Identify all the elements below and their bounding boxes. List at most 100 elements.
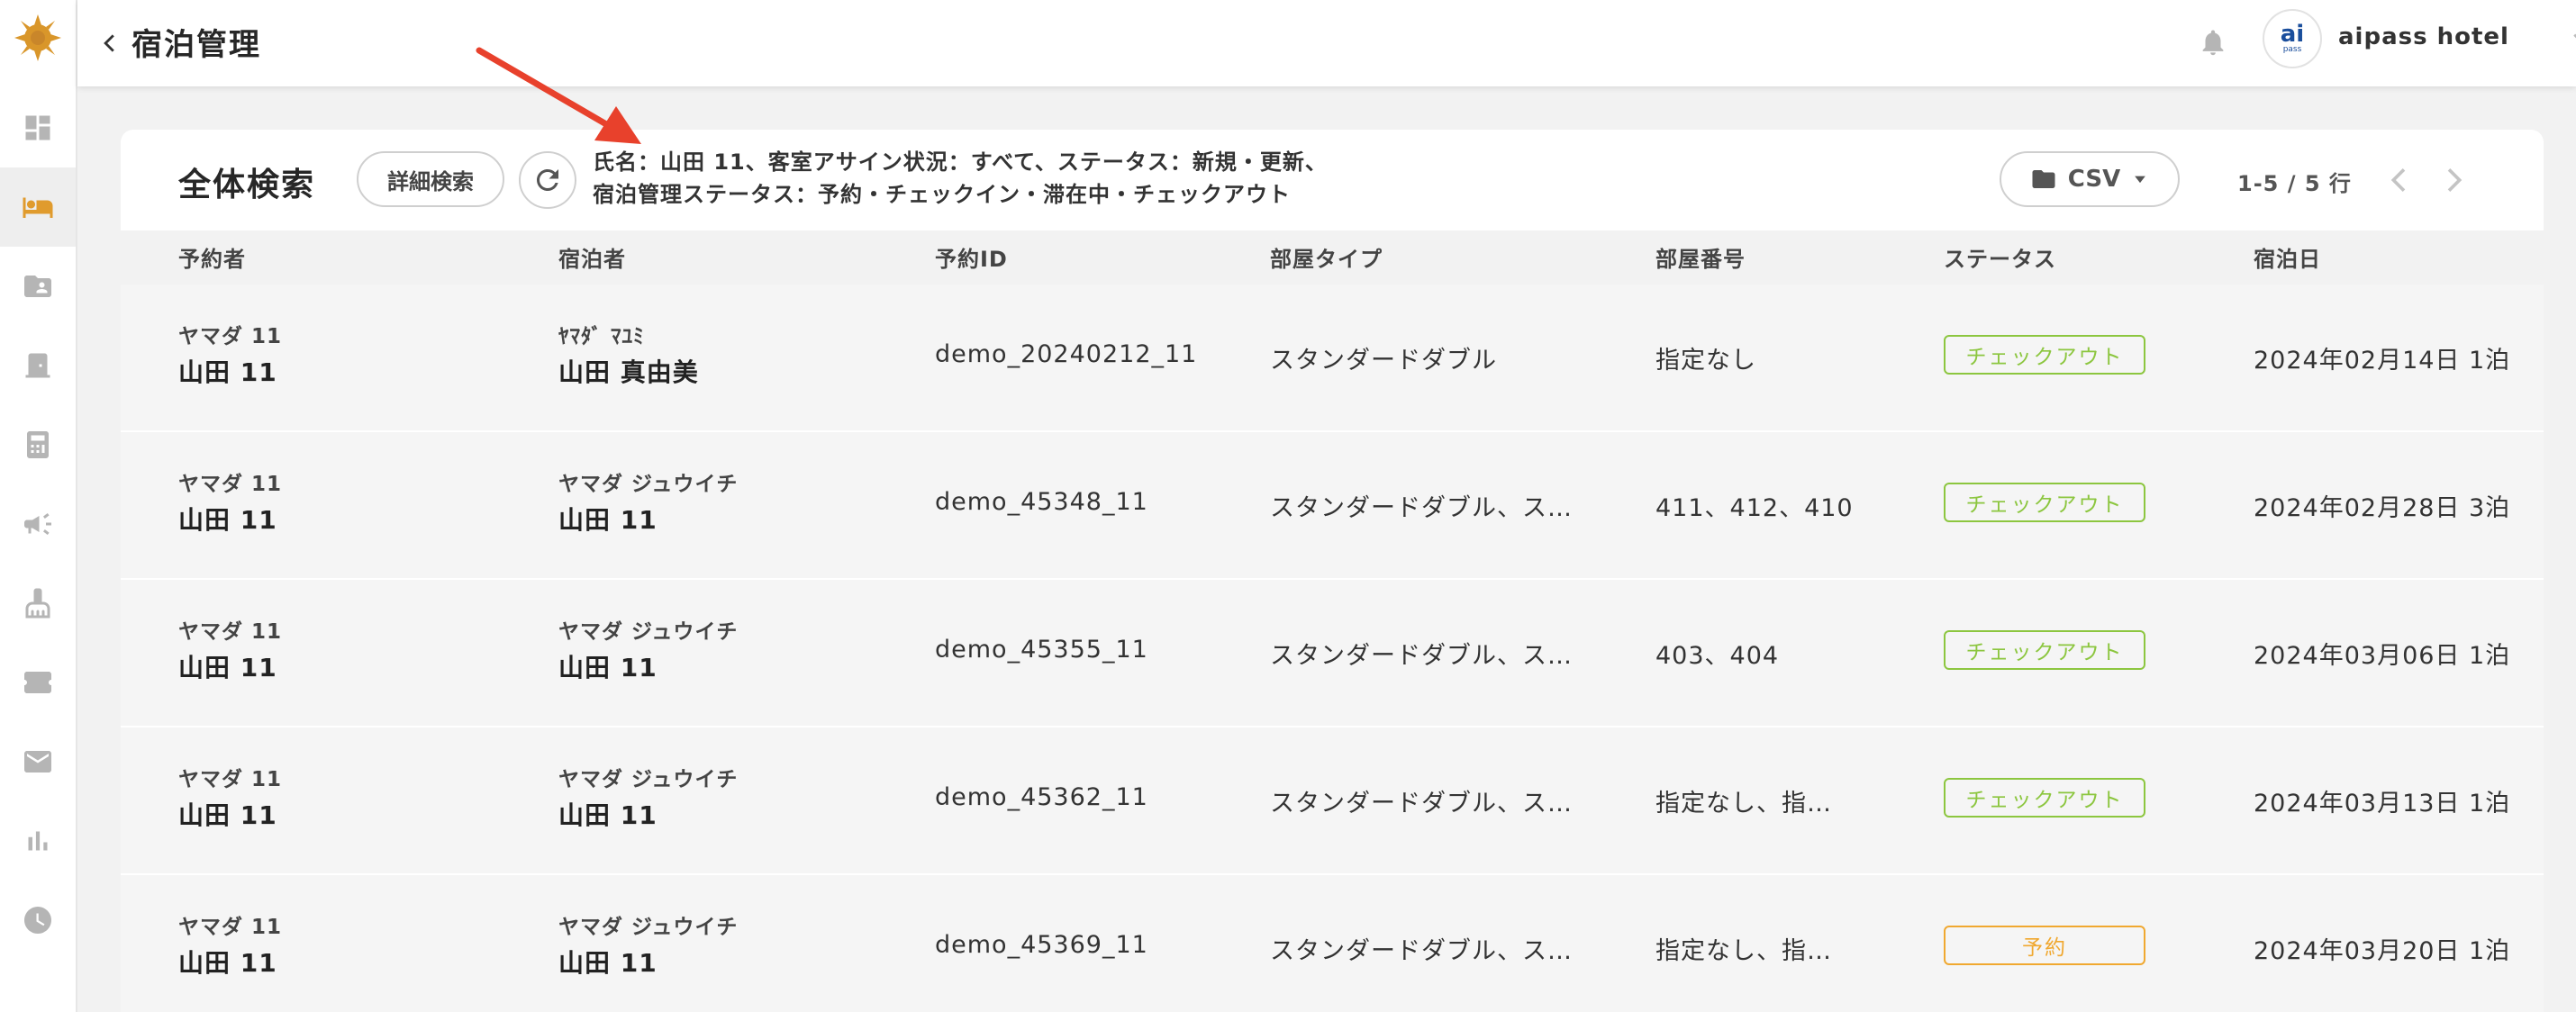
header-room-number[interactable]: 部屋番号 [1655, 241, 1746, 273]
booker-name: 山田 11 [178, 800, 277, 830]
criteria-line-2: 宿泊管理ステータス：予約・チェックイン・滞在中・チェックアウト [593, 182, 1291, 207]
nav-mail[interactable] [0, 722, 76, 801]
nav-coupons[interactable] [0, 643, 76, 722]
detail-search-button[interactable]: 詳細検索 [357, 151, 504, 207]
table-row[interactable]: ヤマダ 11 山田 11 ﾔﾏﾀﾞ ﾏﾕﾐ 山田 真由美 demo_20240212_1… [121, 285, 2544, 432]
stay-date: 2024年03月13日 1泊 [2254, 790, 2511, 818]
folder-icon [2032, 170, 2055, 188]
bar-chart-icon [28, 831, 48, 851]
header-status[interactable]: ステータス [1944, 241, 2056, 273]
booker-kana: ヤマダ 11 [178, 473, 283, 496]
booker-kana: ヤマダ 11 [178, 768, 283, 791]
table-header: 予約者 宿泊者 予約ID 部屋タイプ 部屋番号 ステータス 宿泊日 [121, 230, 2544, 285]
header-guest[interactable]: 宿泊者 [558, 241, 626, 273]
hotel-avatar[interactable]: ai pass [2263, 9, 2322, 68]
hotel-name[interactable]: aipass hotel [2338, 23, 2509, 50]
booker-kana: ヤマダ 11 [178, 325, 283, 348]
guest-kana: ヤマダ ジュウイチ [558, 768, 739, 791]
booker-kana: ヤマダ 11 [178, 620, 283, 644]
booker-name: 山田 11 [178, 948, 277, 978]
reservation-id: demo_45369_11 [935, 931, 1148, 959]
header-booker[interactable]: 予約者 [178, 241, 246, 273]
sidebar [0, 0, 77, 1012]
caret-down-icon [2135, 176, 2146, 184]
guest-name: 山田 11 [558, 505, 658, 535]
pagination-info: 1-5 / 5 行 [2237, 171, 2352, 196]
reservation-id: demo_45355_11 [935, 636, 1148, 664]
guest-folder-icon [24, 276, 51, 297]
status-badge: 予約 [1944, 926, 2145, 965]
guest-kana: ﾔﾏﾀﾞ ﾏﾕﾐ [558, 325, 645, 348]
annotation-arrow-icon [476, 47, 641, 144]
next-page-icon[interactable] [2435, 162, 2472, 198]
status-badge: チェックアウト [1944, 778, 2145, 818]
nav-accommodation[interactable] [0, 167, 76, 247]
door-icon [25, 353, 50, 378]
room-number: 411、412、410 [1655, 494, 1854, 522]
csv-export-button[interactable]: CSV [2000, 151, 2180, 207]
reservation-id: demo_20240212_11 [935, 340, 1198, 368]
ticket-icon [24, 672, 51, 693]
nav-announcements[interactable] [0, 484, 76, 564]
guest-name: 山田 11 [558, 800, 658, 830]
booker-name: 山田 11 [178, 653, 277, 682]
guest-kana: ヤマダ ジュウイチ [558, 916, 739, 939]
chevron-down-icon[interactable] [2569, 25, 2576, 52]
room-type: スタンダードダブル [1270, 347, 1497, 375]
nav-accounting[interactable] [0, 405, 76, 484]
megaphone-icon [24, 513, 51, 535]
refresh-button[interactable] [519, 151, 576, 209]
mail-icon [24, 751, 51, 773]
criteria-line-1: 氏名：山田 11、客室アサイン状況：すべて、ステータス：新規・更新、 [593, 149, 1328, 175]
nav-analytics[interactable] [0, 801, 76, 881]
bed-icon [23, 197, 53, 218]
avatar-logo-text: ai [2280, 21, 2305, 48]
table-row[interactable]: ヤマダ 11 山田 11 ヤマダ ジュウイチ 山田 11 demo_45348_11 スタ… [121, 432, 2544, 580]
nav-dashboard[interactable] [0, 88, 76, 167]
top-header: 宿泊管理 ai pass aipass hotel [77, 0, 2576, 86]
room-number: 指定なし、指… [1655, 790, 1832, 818]
nav-history[interactable] [0, 881, 76, 960]
booker-name: 山田 11 [178, 505, 277, 535]
room-type: スタンダードダブル、ス… [1270, 494, 1573, 522]
status-badge: チェックアウト [1944, 630, 2145, 670]
booker-name: 山田 11 [178, 357, 277, 387]
refresh-icon [537, 169, 558, 191]
hotel-logo-icon[interactable] [14, 14, 61, 61]
table-row[interactable]: ヤマダ 11 山田 11 ヤマダ ジュウイチ山田 11 demo_45362_11 スタ… [121, 727, 2544, 875]
stay-date: 2024年03月20日 1泊 [2254, 937, 2511, 965]
stay-date: 2024年02月28日 3泊 [2254, 494, 2511, 522]
nav-rooms[interactable] [0, 326, 76, 405]
clock-icon [24, 907, 51, 934]
stay-date: 2024年02月14日 1泊 [2254, 347, 2511, 375]
guest-kana: ヤマダ ジュウイチ [558, 473, 739, 496]
stay-date: 2024年03月06日 1泊 [2254, 642, 2511, 670]
cleaning-icon [25, 588, 50, 619]
back-button[interactable] [92, 23, 128, 63]
avatar-logo-subtext: pass [2282, 45, 2302, 54]
room-type: スタンダードダブル、ス… [1270, 937, 1573, 965]
room-type: スタンダードダブル、ス… [1270, 790, 1573, 818]
guest-kana: ヤマダ ジュウイチ [558, 620, 739, 644]
page-title: 宿泊管理 [132, 27, 261, 63]
room-number: 403、404 [1655, 642, 1780, 670]
nav-guests[interactable] [0, 247, 76, 326]
bell-icon [2202, 30, 2224, 56]
table-row[interactable]: ヤマダ 11 山田 11 ヤマダ ジュウイチ山田 11 demo_45355_11 スタ… [121, 580, 2544, 727]
prev-page-icon[interactable] [2381, 162, 2417, 198]
booker-kana: ヤマダ 11 [178, 916, 283, 939]
table-row[interactable]: ヤマダ 11 山田 11 ヤマダ ジュウイチ山田 11 demo_45369_11 スタ… [121, 875, 2544, 1012]
guest-name: 山田 11 [558, 948, 658, 978]
notifications-button[interactable] [2191, 20, 2236, 65]
search-results-card: 全体検索 詳細検索 氏名：山田 11、客室アサイン状況：すべて、ステータス：新規… [121, 130, 2544, 1012]
header-stay-date[interactable]: 宿泊日 [2254, 241, 2321, 273]
room-type: スタンダードダブル、ス… [1270, 642, 1573, 670]
header-reservation-id[interactable]: 予約ID [935, 241, 1008, 273]
room-number: 指定なし、指… [1655, 937, 1832, 965]
nav-cleaning[interactable] [0, 564, 76, 643]
guest-name: 山田 11 [558, 653, 658, 682]
reservation-id: demo_45362_11 [935, 783, 1148, 811]
header-room-type[interactable]: 部屋タイプ [1270, 241, 1383, 273]
guest-name: 山田 真由美 [558, 357, 699, 387]
room-number: 指定なし [1655, 347, 1756, 375]
